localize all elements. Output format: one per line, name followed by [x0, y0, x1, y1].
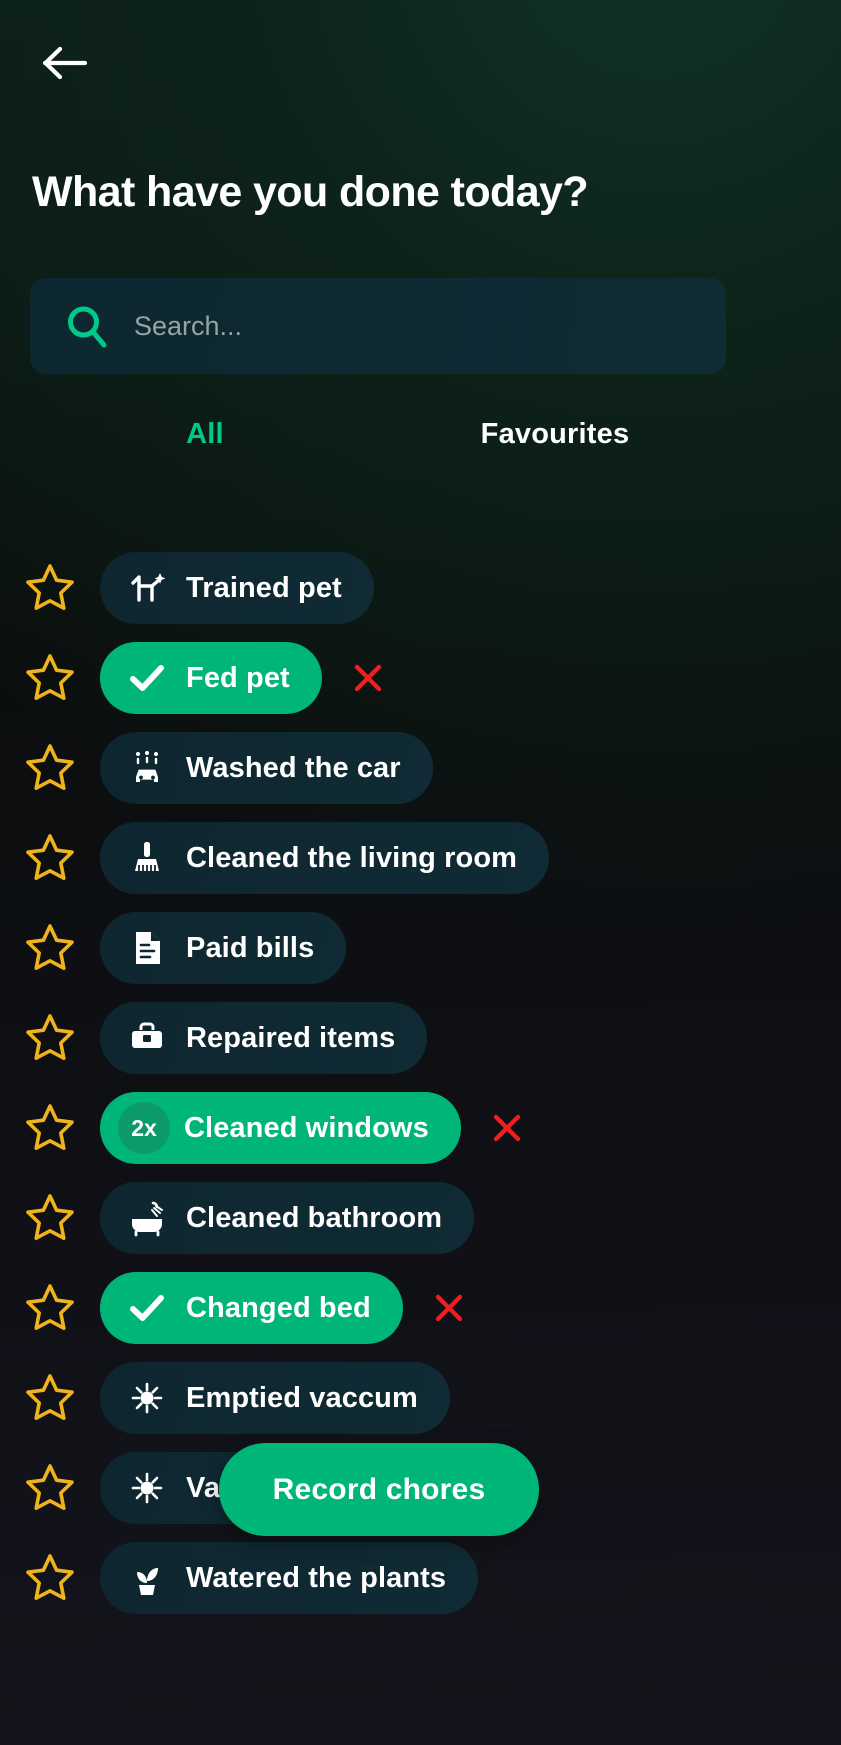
check-icon [124, 655, 170, 701]
chore-row: Repaired items [0, 993, 841, 1083]
toolbox-icon [124, 1015, 170, 1061]
chore-chip[interactable]: Cleaned the living room [100, 822, 550, 894]
favourite-star-icon[interactable] [0, 1102, 100, 1154]
favourite-star-icon[interactable] [0, 922, 100, 974]
chore-chip[interactable]: Washed the car [100, 732, 433, 804]
favourite-star-icon[interactable] [0, 832, 100, 884]
chore-row: Cleaned the living room [0, 813, 841, 903]
page-title: What have you done today? [32, 168, 589, 216]
chore-chip[interactable]: Repaired items [100, 1002, 428, 1074]
chore-label: Trained pet [186, 571, 342, 604]
chore-chip[interactable]: 2x Cleaned windows [100, 1092, 461, 1164]
favourite-star-icon[interactable] [0, 1372, 100, 1424]
chore-chip[interactable]: Cleaned bathroom [100, 1182, 475, 1254]
chore-chip[interactable]: Emptied vaccum [100, 1362, 450, 1434]
chore-chip[interactable]: Watered the plants [100, 1542, 479, 1614]
tab-all[interactable]: All [30, 405, 380, 463]
plant-icon [124, 1555, 170, 1601]
back-button[interactable] [30, 32, 100, 94]
chore-label: Fed pet [186, 661, 290, 694]
chore-row: Trained pet [0, 543, 841, 633]
chore-label: Cleaned windows [184, 1111, 429, 1144]
favourite-star-icon[interactable] [0, 1462, 100, 1514]
chore-label: Cleaned the living room [186, 841, 518, 874]
search-icon [64, 303, 130, 349]
chore-row: Changed bed [0, 1263, 841, 1353]
chore-label: Cleaned bathroom [186, 1201, 443, 1234]
chore-row: Washed the car [0, 723, 841, 813]
tab-favourites[interactable]: Favourites [380, 405, 730, 463]
chore-label: Emptied vaccum [186, 1381, 418, 1414]
favourite-star-icon[interactable] [0, 742, 100, 794]
chore-row: Fed pet [0, 633, 841, 723]
chore-list[interactable]: Trained pet Fed pet Washed the car Cleaned … [0, 543, 841, 1745]
chore-tracker-screen: What have you done today? All Favourites… [0, 0, 841, 1745]
receipt-icon [124, 925, 170, 971]
chore-row: Emptied vaccum [0, 1353, 841, 1443]
chore-label: Changed bed [186, 1291, 371, 1324]
favourite-star-icon[interactable] [0, 652, 100, 704]
chore-row: 2x Cleaned windows [0, 1083, 841, 1173]
chore-chip[interactable]: Paid bills [100, 912, 347, 984]
search-input[interactable] [130, 296, 726, 356]
chore-label: Paid bills [186, 931, 315, 964]
chore-row: Watered the plants [0, 1533, 841, 1623]
filter-tabs: All Favourites [30, 405, 730, 463]
vacuum-icon [124, 1375, 170, 1421]
favourite-star-icon[interactable] [0, 1552, 100, 1604]
check-icon [124, 1285, 170, 1331]
chore-chip[interactable]: Trained pet [100, 552, 374, 624]
record-chores-button[interactable]: Record chores [219, 1443, 539, 1536]
chore-label: Repaired items [186, 1021, 396, 1054]
favourite-star-icon[interactable] [0, 1282, 100, 1334]
remove-chore-button[interactable] [336, 646, 400, 710]
chore-row: Paid bills [0, 903, 841, 993]
chore-chip[interactable]: Fed pet [100, 642, 322, 714]
favourite-star-icon[interactable] [0, 1192, 100, 1244]
chore-label: Watered the plants [186, 1561, 447, 1594]
remove-chore-button[interactable] [475, 1096, 539, 1160]
remove-chore-button[interactable] [417, 1276, 481, 1340]
vacuum-icon [124, 1465, 170, 1511]
broom-icon [124, 835, 170, 881]
search-bar[interactable] [30, 278, 726, 374]
arrow-left-icon [42, 44, 88, 82]
chore-row: Cleaned bathroom [0, 1173, 841, 1263]
favourite-star-icon[interactable] [0, 1012, 100, 1064]
chore-count-badge: 2x [118, 1102, 170, 1154]
chore-label: Washed the car [186, 751, 401, 784]
favourite-star-icon[interactable] [0, 562, 100, 614]
dog-icon [124, 565, 170, 611]
chore-chip[interactable]: Changed bed [100, 1272, 403, 1344]
car-wash-icon [124, 745, 170, 791]
bathtub-icon [124, 1195, 170, 1241]
